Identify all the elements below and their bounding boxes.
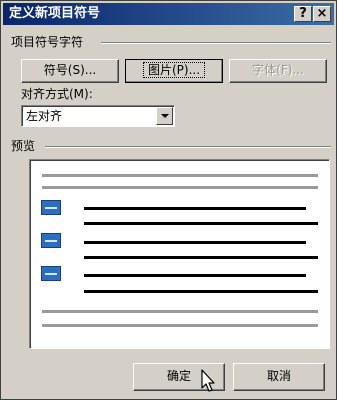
preview-pane [29, 159, 330, 349]
picture-button-label: 图片(P)... [142, 62, 206, 78]
mouse-pointer-icon [201, 369, 215, 392]
title-bar[interactable]: 定义新项目符号 ? × [3, 3, 334, 25]
group-divider [101, 42, 331, 44]
preview-line-text [84, 222, 318, 225]
preview-line-gray [42, 174, 318, 177]
cancel-button-label: 取消 [266, 369, 291, 383]
preview-line-text [84, 274, 306, 277]
preview-line-text [84, 207, 306, 210]
chevron-down-icon [161, 114, 169, 118]
window-title: 定义新项目符号 [9, 6, 101, 21]
preview-line-gray [42, 310, 318, 313]
picture-button[interactable]: 图片(P)... [125, 59, 223, 83]
preview-line-gray [42, 186, 318, 189]
dropdown-button[interactable] [156, 107, 173, 125]
picture-bullet-icon [41, 233, 61, 248]
ok-button-label: 确定 [166, 369, 191, 383]
bullet-char-group-label: 项目符号字符 [11, 35, 84, 49]
font-button[interactable]: 字体(F)... [229, 59, 327, 83]
font-button-label: 字体(F)... [252, 63, 304, 77]
cancel-button[interactable]: 取消 [233, 363, 325, 391]
alignment-select[interactable]: 左对齐 [21, 105, 175, 127]
define-bullet-dialog: 定义新项目符号 ? × 项目符号字符 符号(S)... 图片(P)... 字体(… [0, 0, 337, 400]
picture-bullet-icon [41, 266, 61, 281]
preview-line-text [84, 290, 318, 293]
symbol-button[interactable]: 符号(S)... [21, 59, 119, 83]
help-button[interactable]: ? [294, 6, 312, 22]
preview-line-gray [42, 324, 318, 327]
alignment-label: 对齐方式(M): [21, 87, 93, 101]
preview-label: 预览 [11, 139, 36, 153]
alignment-value: 左对齐 [26, 109, 63, 123]
preview-line-text [84, 256, 318, 259]
preview-divider [45, 146, 331, 148]
preview-line-text [84, 241, 306, 244]
close-button[interactable]: × [313, 6, 331, 22]
picture-bullet-icon [41, 200, 61, 215]
symbol-button-label: 符号(S)... [43, 63, 97, 77]
